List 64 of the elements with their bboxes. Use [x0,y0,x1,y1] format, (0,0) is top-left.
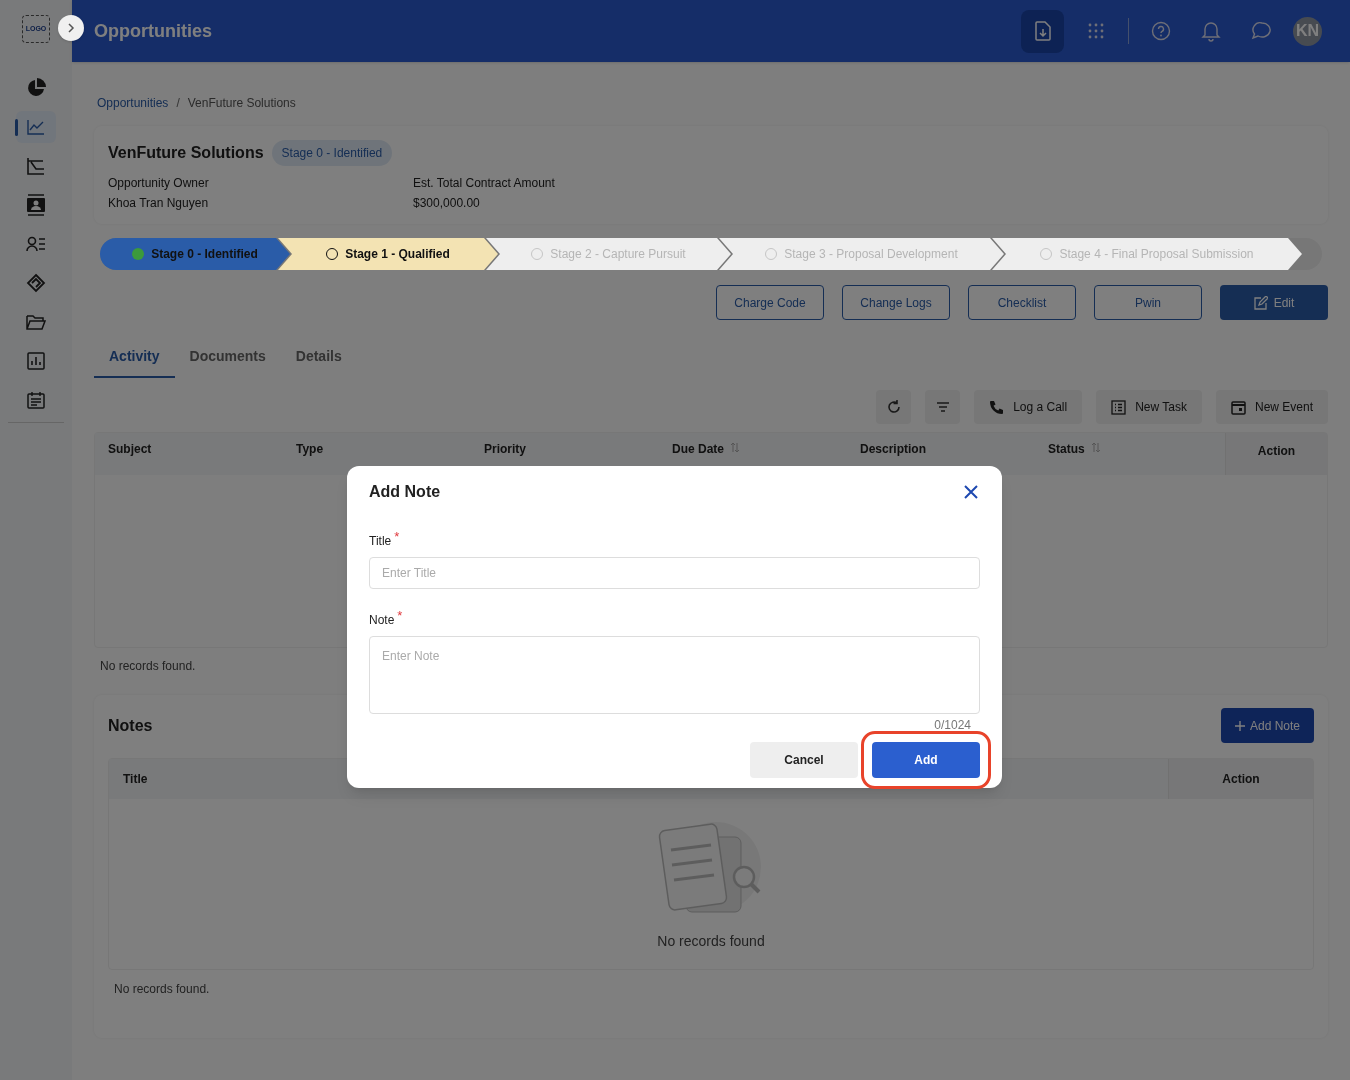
add-note-button[interactable]: Add Note [1220,708,1314,743]
tab[interactable]: Activity [94,336,175,378]
download-file-icon[interactable] [1021,9,1064,53]
column-header[interactable]: Status [1048,442,1085,456]
cancel-button[interactable]: Cancel [750,742,858,778]
refresh-button[interactable] [876,390,912,424]
action-button[interactable]: Checklist [968,285,1076,320]
action-button[interactable]: Change Logs [842,285,950,320]
stage-step[interactable]: Stage 4 - Final Proposal Submission [992,238,1302,270]
column-header: Type [296,442,324,456]
field-label: Est. Total Contract Amount [413,175,556,192]
chevron-right-icon [66,23,76,33]
column-header: Description [860,442,926,456]
empty-message: No records found. [114,981,211,998]
toolbar-button[interactable]: New Task [1096,390,1202,424]
toolbar-button[interactable]: New Event [1215,390,1328,424]
sort-icon [730,442,740,453]
stage-step[interactable]: Stage 0 - Identified [100,238,290,270]
empty-state-title: No records found [657,931,765,951]
action-button[interactable]: Edit [1220,285,1328,320]
note-textarea[interactable]: Enter Note [369,636,980,714]
stage-step[interactable]: Stage 3 - Proposal Development [719,238,1004,270]
close-icon[interactable] [964,484,980,500]
action-button[interactable]: Charge Code [716,285,824,320]
breadcrumb-link[interactable]: Opportunities [97,94,169,112]
field-label: Note [369,612,395,629]
column-header[interactable]: Due Date [672,442,724,456]
opportunity-name: VenFuture Solutions [108,143,264,163]
add-button[interactable]: Add [872,742,980,778]
filter-icon [935,401,950,413]
field-label: Opportunity Owner [108,175,210,192]
expand-sidebar-button[interactable] [58,15,84,41]
calendar-icon [1230,399,1246,415]
dialog-title: Add Note [369,482,441,502]
plus-icon [1234,720,1245,731]
stage-step[interactable]: Stage 2 - Capture Pursuit [486,238,731,270]
phone-icon [989,399,1005,415]
title-input[interactable]: Enter Title [369,557,980,589]
field-value: $300,000.00 [413,195,481,212]
empty-message: No records found. [100,658,197,675]
breadcrumb-current: VenFuture Solutions [187,95,296,112]
required-asterisk: * [397,611,403,621]
tab[interactable]: Details [280,336,357,378]
required-asterisk: * [394,532,400,542]
refresh-icon [886,400,901,414]
stage-step[interactable]: Stage 1 - Qualified [278,238,498,270]
column-header: Priority [484,442,526,456]
tab[interactable]: Documents [174,336,281,378]
column-header: Subject [108,442,152,456]
action-button[interactable]: Pwin [1094,285,1202,320]
stage-badge: Stage 0 - Identified [271,140,393,166]
column-header: Title [122,771,149,788]
field-value: Khoa Tran Nguyen [108,195,210,212]
field-label: Title [369,533,392,550]
breadcrumb-separator: / [176,95,180,112]
sort-icon [1090,442,1101,453]
line-chart-icon[interactable] [16,111,56,143]
page-title: Opportunities [94,19,212,43]
toolbar-button[interactable]: Log a Call [974,390,1083,424]
section-title: Notes [108,715,153,736]
task-list-icon [1111,399,1127,415]
filter-button[interactable] [925,390,961,424]
character-counter: 0/1024 [933,717,972,734]
edit-icon [1253,295,1268,310]
